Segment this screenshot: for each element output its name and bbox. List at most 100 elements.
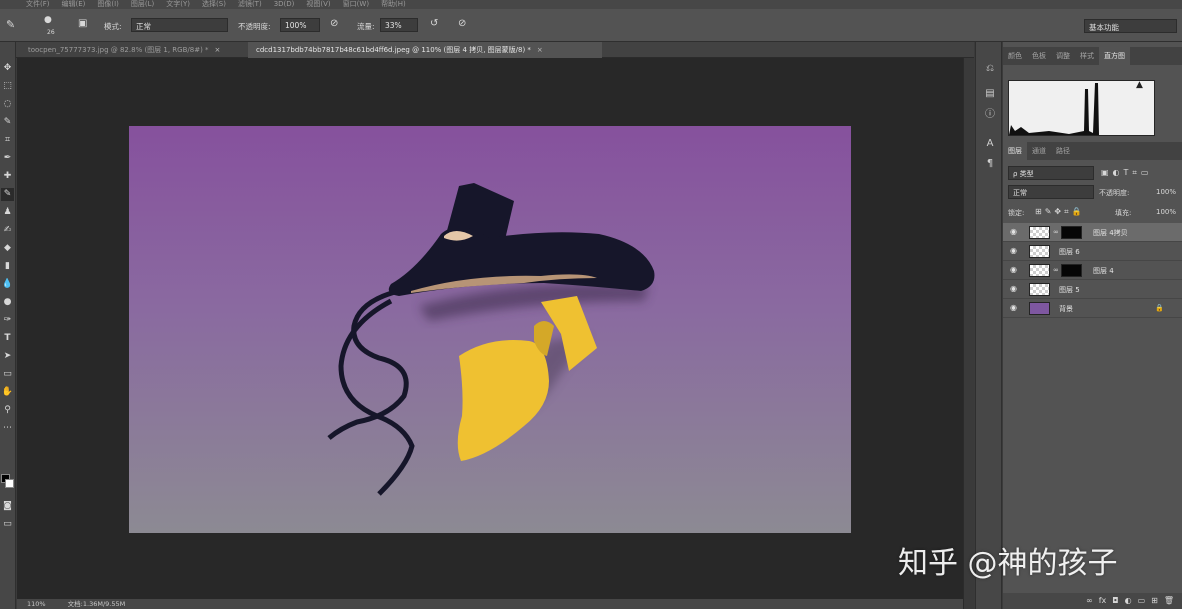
stamp-tool-icon[interactable]: ♟	[1, 206, 14, 219]
flow-input[interactable]: 33%	[380, 18, 418, 32]
quick-select-tool-icon[interactable]: ✎	[1, 116, 14, 129]
layer-row[interactable]: ◉ ∞ 图层 4	[1003, 261, 1182, 280]
tab-adjustments[interactable]: 调整	[1051, 47, 1075, 65]
blend-mode-select[interactable]: 正常	[1008, 185, 1094, 199]
airbrush-icon[interactable]: ↺	[430, 18, 438, 29]
zoom-level[interactable]: 110%	[27, 600, 46, 608]
blur-tool-icon[interactable]: 💧	[1, 278, 14, 291]
brush-panel-icon[interactable]: ▣	[78, 18, 87, 29]
visibility-eye-icon[interactable]: ◉	[1010, 228, 1019, 236]
menu-window[interactable]: 窗口(W)	[343, 0, 369, 9]
crop-tool-icon[interactable]: ⌗	[1, 134, 14, 147]
vertical-scrollbar[interactable]	[963, 58, 974, 609]
type-tool-icon[interactable]: T	[1, 332, 14, 345]
layer-row[interactable]: ◉ 图层 5	[1003, 280, 1182, 299]
path-select-tool-icon[interactable]: ➤	[1, 350, 14, 363]
workspace-select[interactable]: 基本功能	[1084, 19, 1177, 33]
layer-name[interactable]: 图层 5	[1059, 285, 1080, 295]
link-icon[interactable]: ∞	[1053, 228, 1059, 236]
close-icon[interactable]: ×	[537, 46, 543, 54]
history-brush-icon[interactable]: ✍	[1, 224, 14, 237]
close-icon[interactable]: ×	[215, 46, 221, 54]
visibility-eye-icon[interactable]: ◉	[1010, 304, 1019, 312]
visibility-eye-icon[interactable]: ◉	[1010, 266, 1019, 274]
lock-icons[interactable]: ⊞✎✥⌗🔒	[1035, 207, 1085, 217]
fill-value[interactable]: 100%	[1156, 208, 1176, 216]
move-tool-icon[interactable]: ✥	[1, 62, 14, 75]
menu-help[interactable]: 帮助(H)	[381, 0, 406, 9]
hand-tool-icon[interactable]: ✋	[1, 386, 14, 399]
menu-edit[interactable]: 编辑(E)	[62, 0, 86, 9]
fx-icon[interactable]: fx	[1099, 593, 1107, 609]
canvas-area[interactable]	[17, 58, 963, 599]
adjustment-layer-icon[interactable]: ◐	[1125, 593, 1132, 609]
add-mask-icon[interactable]: ◘	[1112, 593, 1118, 609]
gradient-tool-icon[interactable]: ▮	[1, 260, 14, 273]
healing-tool-icon[interactable]: ✚	[1, 170, 14, 183]
menu-3d[interactable]: 3D(D)	[274, 0, 295, 9]
tab-layers[interactable]: 图层	[1003, 142, 1027, 160]
layer-row[interactable]: ◉ 图层 6	[1003, 242, 1182, 261]
new-layer-icon[interactable]: ⊞	[1151, 593, 1158, 609]
layer-name[interactable]: 图层 6	[1059, 247, 1080, 257]
brush-tool-icon[interactable]: ✎	[6, 18, 15, 31]
quick-mask-icon[interactable]: ◙	[1, 500, 14, 513]
character-panel-icon[interactable]: A	[982, 137, 998, 151]
menu-image[interactable]: 图像(I)	[97, 0, 119, 9]
more-tools-icon[interactable]: ⋯	[1, 422, 14, 435]
warning-icon[interactable]: ▲	[1136, 80, 1143, 90]
menu-layer[interactable]: 图层(L)	[131, 0, 154, 9]
marquee-tool-icon[interactable]: ⬚	[1, 80, 14, 93]
layer-row[interactable]: ◉ 背景 🔒	[1003, 299, 1182, 318]
zoom-tool-icon[interactable]: ⚲	[1, 404, 14, 417]
visibility-eye-icon[interactable]: ◉	[1010, 285, 1019, 293]
layer-mask-thumbnail[interactable]	[1061, 226, 1082, 239]
layer-opacity-value[interactable]: 100%	[1156, 188, 1176, 196]
visibility-eye-icon[interactable]: ◉	[1010, 247, 1019, 255]
menu-file[interactable]: 文件(F)	[26, 0, 50, 9]
filter-icons[interactable]: ▣◐T⌗▭	[1101, 168, 1153, 178]
tab-document-2[interactable]: cdcd1317bdb74bb7817b48c61bd4ff6d.jpeg @ …	[248, 42, 602, 58]
actions-panel-icon[interactable]: ▤	[982, 87, 998, 101]
layer-name[interactable]: 图层 4拷贝	[1093, 228, 1128, 238]
menu-view[interactable]: 视图(V)	[306, 0, 330, 9]
layer-mask-thumbnail[interactable]	[1061, 264, 1082, 277]
paragraph-panel-icon[interactable]: ¶	[982, 157, 998, 171]
eraser-tool-icon[interactable]: ◆	[1, 242, 14, 255]
menu-type[interactable]: 文字(Y)	[166, 0, 190, 9]
brush-tool-icon[interactable]: ✎	[1, 188, 14, 201]
pressure-size-icon[interactable]: ⊘	[458, 18, 466, 29]
pen-tool-icon[interactable]: ✑	[1, 314, 14, 327]
history-panel-icon[interactable]: ⎌	[982, 62, 998, 76]
tab-paths[interactable]: 路径	[1051, 142, 1075, 160]
menu-select[interactable]: 选择(S)	[202, 0, 226, 9]
tab-histogram[interactable]: 直方图	[1099, 47, 1130, 65]
layer-filter-select[interactable]: ρ 类型	[1008, 166, 1094, 180]
link-icon[interactable]: ∞	[1053, 266, 1059, 274]
tab-swatches[interactable]: 色板	[1027, 47, 1051, 65]
layer-name[interactable]: 背景	[1059, 304, 1073, 314]
link-layers-icon[interactable]: ∞	[1086, 593, 1093, 609]
new-group-icon[interactable]: ▭	[1138, 593, 1146, 609]
tab-document-1[interactable]: toocpen_75777373.jpg @ 82.8% (图层 1, RGB/…	[20, 42, 246, 58]
eyedropper-tool-icon[interactable]: ✒	[1, 152, 14, 165]
lasso-tool-icon[interactable]: ◌	[1, 98, 14, 111]
lock-icon[interactable]: 🔒	[1155, 304, 1164, 312]
mode-select[interactable]: 正常	[131, 18, 228, 32]
shape-tool-icon[interactable]: ▭	[1, 368, 14, 381]
trash-icon[interactable]: 🗑	[1164, 593, 1174, 609]
pressure-opacity-icon[interactable]: ⊘	[330, 18, 338, 29]
layer-name[interactable]: 图层 4	[1093, 266, 1114, 276]
dodge-tool-icon[interactable]: ●	[1, 296, 14, 309]
tab-color[interactable]: 颜色	[1003, 47, 1027, 65]
brush-preset-icon[interactable]: ●	[44, 15, 52, 25]
document-canvas[interactable]	[129, 126, 851, 533]
background-color-swatch[interactable]	[5, 479, 14, 488]
layer-row[interactable]: ◉ ∞ 图层 4拷贝	[1003, 223, 1182, 242]
screen-mode-icon[interactable]: ▭	[1, 518, 14, 531]
tab-styles[interactable]: 样式	[1075, 47, 1099, 65]
opacity-input[interactable]: 100%	[280, 18, 320, 32]
menu-filter[interactable]: 滤镜(T)	[238, 0, 262, 9]
tab-channels[interactable]: 通道	[1027, 142, 1051, 160]
info-panel-icon[interactable]: ⓘ	[982, 108, 998, 122]
